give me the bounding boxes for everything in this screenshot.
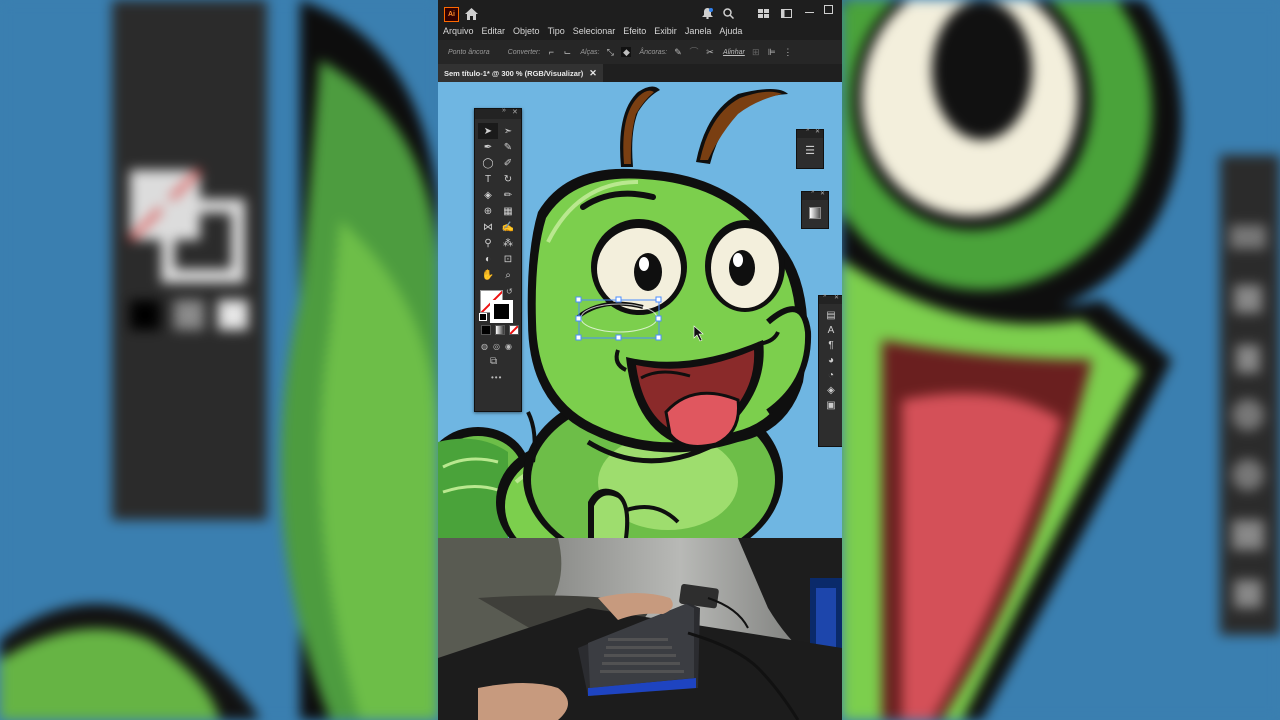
selection-tool-icon[interactable]: ➤	[478, 123, 498, 139]
menu-selecionar[interactable]: Selecionar	[569, 26, 620, 36]
convert-smooth-icon[interactable]: ⌐	[546, 47, 556, 57]
blurred-background-right	[842, 0, 1280, 720]
anchors-label: Âncoras:	[639, 48, 668, 56]
libraries-panel-icon[interactable]: ▤	[826, 310, 835, 321]
none-mode-icon[interactable]	[509, 325, 519, 335]
tools-panel-header[interactable]: » ✕	[475, 107, 521, 119]
rotate-tool-icon[interactable]: ↻	[498, 171, 518, 187]
artboard-tool-icon[interactable]: ⊡	[498, 251, 518, 267]
gradient-mini-panel: » ✕	[801, 189, 829, 229]
remove-anchor-icon[interactable]: ✎	[673, 47, 683, 57]
tools-panel: » ✕ ➤ ➣ ✒ ✎ ◯ ✐ T ↻ ◈ ✏ ⊕ ▦ ⋈ ✍ ⚲ ⁂ ◐ ⊡ …	[474, 107, 522, 412]
close-panel-icon[interactable]: ✕	[512, 108, 518, 116]
cut-path-icon[interactable]: ✂	[705, 47, 715, 57]
draw-behind-icon[interactable]: ◎	[493, 342, 500, 351]
draw-inside-icon[interactable]: ◉	[505, 342, 512, 351]
mini-panel-collapse-icon[interactable]: »	[806, 127, 809, 133]
document-tab[interactable]: Sem título-1* @ 300 % (RGB/Visualizar) ✕	[438, 64, 603, 82]
maximize-icon[interactable]	[824, 5, 833, 14]
gradient-panel-collapse-icon[interactable]: »	[811, 189, 814, 195]
video-frame: Ai Arquivo Editar Objeto Tipo Selecionar…	[438, 0, 842, 720]
dock-close-icon[interactable]: ✕	[834, 294, 839, 301]
collapse-panel-icon[interactable]: »	[502, 107, 506, 114]
eyedropper-tool-icon[interactable]: ⚲	[478, 235, 498, 251]
transform-icon[interactable]: ⊞	[751, 47, 761, 57]
eraser-tool-icon[interactable]: ◈	[478, 187, 498, 203]
character-panel-icon[interactable]: A	[828, 325, 835, 336]
webcam-footage	[438, 538, 842, 720]
hand-tool-icon[interactable]: ✋	[478, 267, 498, 283]
menu-efeito[interactable]: Efeito	[619, 26, 650, 36]
swap-colors-icon[interactable]: ↺	[506, 287, 513, 296]
properties-mini-panel: » ✕ ☰	[796, 127, 824, 169]
menu-arquivo[interactable]: Arquivo	[439, 26, 478, 36]
appearance-panel-icon[interactable]: ◕	[828, 355, 834, 366]
layers-panel-icon[interactable]: ◈	[827, 385, 835, 396]
workspace-icon[interactable]	[781, 9, 792, 18]
direct-selection-tool-icon[interactable]: ➣	[498, 123, 518, 139]
anchor-point-label: Ponto âncora	[448, 48, 490, 56]
convert-corner-icon[interactable]: ⌙	[562, 47, 572, 57]
menu-ajuda[interactable]: Ajuda	[715, 26, 746, 36]
stroke-swatch[interactable]	[490, 300, 513, 323]
mini-panel-close-icon[interactable]: ✕	[815, 128, 820, 135]
draw-normal-icon[interactable]: ◍	[481, 342, 488, 351]
color-mode-icon[interactable]	[481, 325, 491, 335]
menu-editar[interactable]: Editar	[478, 26, 510, 36]
menu-bar: Arquivo Editar Objeto Tipo Selecionar Ef…	[438, 22, 842, 40]
paragraph-panel-icon[interactable]: ¶	[828, 340, 833, 351]
gradient-panel-close-icon[interactable]: ✕	[820, 190, 825, 197]
right-panel-dock: » ✕ ▤ A ¶ ◕ ◔ ◈ ▣	[818, 293, 842, 447]
show-handles-icon[interactable]: ⤡	[605, 47, 615, 57]
control-bar: Ponto âncora Converter: ⌐ ⌙ Alças: ⤡ ◆ Â…	[438, 40, 842, 64]
symbol-sprayer-tool-icon[interactable]: ⁂	[498, 235, 518, 251]
adjustments-icon[interactable]: ☰	[797, 144, 823, 157]
close-tab-icon[interactable]: ✕	[589, 68, 597, 79]
gradient-panel-icon[interactable]	[809, 207, 821, 219]
blob-brush-tool-icon[interactable]: ✍	[498, 219, 518, 235]
ai-logo: Ai	[444, 7, 459, 22]
artboards-panel-icon[interactable]: ▣	[826, 400, 835, 411]
color-panel-icon[interactable]: ◔	[828, 370, 834, 381]
notifications-bell-icon[interactable]	[702, 8, 713, 19]
width-tool-icon[interactable]: ⋈	[478, 219, 498, 235]
pencil-tool-icon[interactable]: ✏	[498, 187, 518, 203]
arrange-documents-icon[interactable]	[758, 9, 769, 18]
default-colors-icon[interactable]	[479, 313, 487, 321]
ellipse-tool-icon[interactable]: ◯	[478, 155, 498, 171]
align-icon[interactable]: ⊫	[767, 47, 777, 57]
gradient-mode-icon[interactable]	[495, 325, 505, 335]
fill-stroke-swatch[interactable]: ↺	[475, 287, 521, 323]
hide-handles-icon[interactable]: ◆	[621, 47, 632, 57]
menu-objeto[interactable]: Objeto	[509, 26, 544, 36]
search-icon[interactable]	[723, 8, 734, 19]
handles-label: Alças:	[580, 48, 600, 56]
curvature-tool-icon[interactable]: ✎	[498, 139, 518, 155]
more-options-icon[interactable]: ⋮	[783, 47, 793, 57]
zoom-tool-icon[interactable]: ⌕	[498, 267, 518, 283]
home-icon[interactable]	[465, 8, 478, 20]
dock-collapse-icon[interactable]: »	[823, 293, 826, 299]
live-paint-tool-icon[interactable]: ◐	[478, 251, 498, 267]
align-link[interactable]: Alinhar	[723, 49, 745, 56]
menu-exibir[interactable]: Exibir	[650, 26, 681, 36]
blurred-background-left	[0, 0, 438, 720]
document-tab-title: Sem título-1* @ 300 % (RGB/Visualizar)	[444, 68, 584, 78]
menu-tipo[interactable]: Tipo	[544, 26, 569, 36]
menu-janela[interactable]: Janela	[681, 26, 716, 36]
desk-keyboard-photo	[438, 538, 842, 720]
connect-anchors-icon[interactable]: ⌒	[689, 47, 699, 57]
gradient-tool-icon[interactable]: ▦	[498, 203, 518, 219]
shape-builder-tool-icon[interactable]: ⊕	[478, 203, 498, 219]
document-tab-bar: Sem título-1* @ 300 % (RGB/Visualizar) ✕	[438, 64, 842, 82]
illustrator-window: Ai Arquivo Editar Objeto Tipo Selecionar…	[438, 0, 842, 538]
paintbrush-tool-icon[interactable]: ✐	[498, 155, 518, 171]
type-tool-icon[interactable]: T	[478, 171, 498, 187]
convert-label: Converter:	[507, 48, 541, 56]
edit-toolbar-icon[interactable]: •••	[491, 373, 502, 382]
minimize-icon[interactable]	[805, 8, 814, 17]
screen-mode-icon[interactable]: ⧉	[490, 356, 497, 367]
pen-tool-icon[interactable]: ✒	[478, 139, 498, 155]
